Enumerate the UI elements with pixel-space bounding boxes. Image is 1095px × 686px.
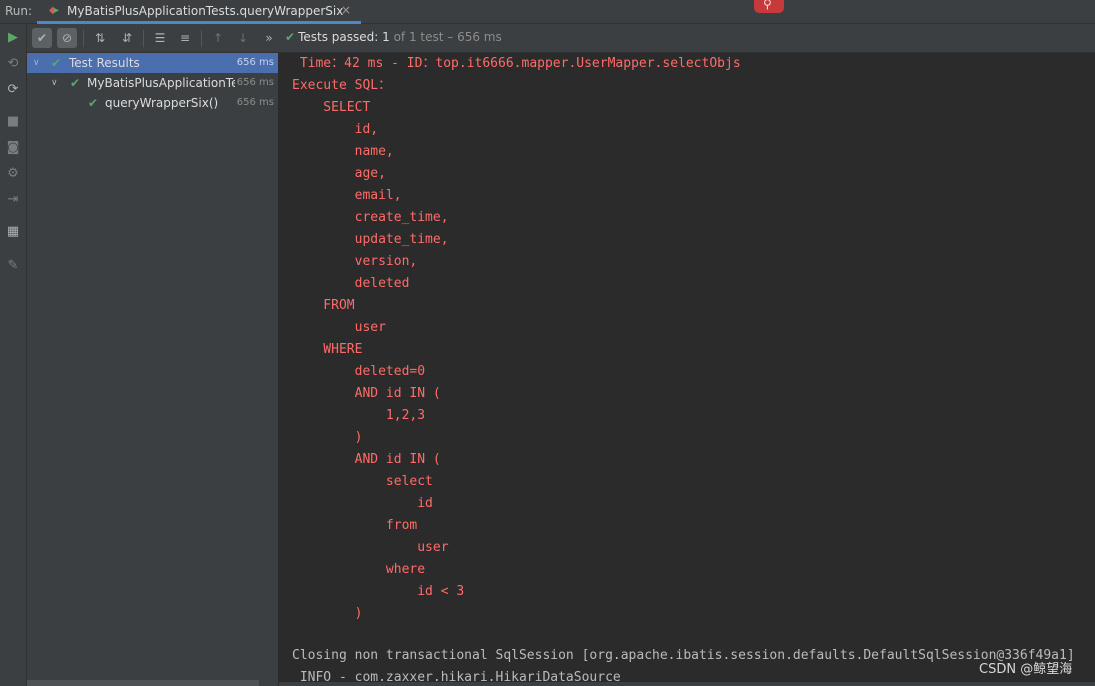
collapse-all-icon: ≡ bbox=[179, 31, 191, 45]
console-line: AND id IN ( bbox=[292, 386, 441, 401]
previous-failed-button[interactable]: ↑ bbox=[208, 28, 228, 48]
close-tab-icon[interactable]: × bbox=[341, 3, 351, 17]
show-passed-button[interactable]: ✔ bbox=[32, 28, 52, 48]
console-line: user bbox=[292, 540, 449, 555]
console-line: name, bbox=[292, 144, 394, 159]
console-line: select bbox=[292, 474, 433, 489]
expand-all-button[interactable]: ☰ bbox=[150, 28, 170, 48]
sort-by-duration-button[interactable]: ⇵ bbox=[117, 28, 137, 48]
console-line: deleted bbox=[292, 276, 410, 291]
tab-label: MyBatisPlusApplicationTests.queryWrapper… bbox=[67, 4, 344, 18]
console-line: version, bbox=[292, 254, 418, 269]
tree-horizontal-scrollbar[interactable] bbox=[27, 680, 259, 686]
console-line: email, bbox=[292, 188, 402, 203]
console-line: AND id IN ( bbox=[292, 452, 441, 467]
sort-duration-icon: ⇵ bbox=[121, 31, 133, 45]
status-suffix: of 1 test – 656 ms bbox=[393, 30, 502, 44]
tree-row-test-results[interactable]: ∨ ✔ Test Results 656 ms bbox=[27, 53, 278, 73]
console-line: deleted=0 bbox=[292, 364, 426, 379]
search-icon: ⚲ bbox=[763, 0, 772, 11]
chevron-down-icon[interactable]: ∨ bbox=[51, 73, 58, 93]
console-output[interactable]: Time：42 ms - ID：top.it6666.mapper.UserMa… bbox=[279, 53, 1095, 686]
rerun-icon[interactable]: ▶ bbox=[5, 30, 21, 46]
toolbar-separator bbox=[201, 30, 202, 47]
console-line: id, bbox=[292, 122, 379, 137]
console-horizontal-scrollbar[interactable] bbox=[279, 682, 1095, 686]
arrow-down-icon: ↓ bbox=[237, 31, 249, 45]
console-line: from bbox=[292, 518, 418, 533]
sort-alpha-icon: ⇅ bbox=[94, 31, 106, 45]
sort-alphabetically-button[interactable]: ⇅ bbox=[90, 28, 110, 48]
run-tool-header: Run: ◆ ▸ MyBatisPlusApplicationTests.que… bbox=[0, 0, 1095, 24]
tree-duration: 656 ms bbox=[236, 97, 274, 108]
console-line: ) bbox=[292, 606, 363, 621]
console-line: create_time, bbox=[292, 210, 449, 225]
tab-run-configuration[interactable]: ◆ ▸ MyBatisPlusApplicationTests.queryWra… bbox=[37, 0, 361, 24]
passed-check-icon: ✔ bbox=[285, 30, 296, 44]
camera-icon[interactable]: ◙ bbox=[5, 140, 21, 156]
tree-duration: 656 ms bbox=[236, 77, 274, 88]
console-line: id bbox=[292, 496, 433, 511]
console-line: Closing non transactional SqlSession [or… bbox=[292, 648, 1075, 663]
collapse-all-button[interactable]: ≡ bbox=[175, 28, 195, 48]
tree-row-test-class[interactable]: ∨ ✔ MyBatisPlusApplicationTe 656 ms bbox=[27, 73, 278, 93]
console-line: SELECT bbox=[292, 100, 371, 115]
passed-check-icon: ✔ bbox=[51, 56, 62, 70]
tree-label: MyBatisPlusApplicationTe bbox=[87, 76, 235, 90]
next-failed-button[interactable]: ↓ bbox=[233, 28, 253, 48]
watermark: CSDN @鲸望海 bbox=[979, 662, 1073, 677]
console-line: user bbox=[292, 320, 386, 335]
console-line: update_time, bbox=[292, 232, 449, 247]
arrow-up-icon: ↑ bbox=[212, 31, 224, 45]
search-everywhere-button[interactable]: ⚲ bbox=[754, 0, 784, 13]
run-actions-rail: ▶ ⟲ ⟳ ■ ◙ ⚙ ⇥ ▦ ✎ bbox=[0, 24, 27, 686]
console-line: FROM bbox=[292, 298, 355, 313]
rerun-failed-icon[interactable]: ⟲ bbox=[5, 56, 21, 72]
tree-label: Test Results bbox=[69, 56, 140, 70]
console-line: id < 3 bbox=[292, 584, 465, 599]
settings-icon[interactable]: ⚙ bbox=[5, 166, 21, 182]
show-ignored-button[interactable]: ⊘ bbox=[57, 28, 77, 48]
layout-icon[interactable]: ▦ bbox=[5, 224, 21, 240]
tree-duration: 656 ms bbox=[236, 57, 274, 68]
status-prefix: Tests passed: bbox=[298, 30, 379, 44]
console-line: WHERE bbox=[292, 342, 363, 357]
test-config-icon-overlay: ▸ bbox=[54, 5, 60, 16]
chevron-down-icon[interactable]: ∨ bbox=[33, 53, 40, 73]
console-line: where bbox=[292, 562, 426, 577]
toolbar-separator bbox=[83, 30, 84, 47]
run-label: Run: bbox=[5, 4, 33, 18]
check-icon: ✔ bbox=[36, 31, 48, 45]
toggle-auto-test-icon[interactable]: ⟳ bbox=[5, 82, 21, 98]
pin-icon[interactable]: ✎ bbox=[5, 258, 21, 274]
console-line: ) bbox=[292, 430, 363, 445]
test-results-tree: ∨ ✔ Test Results 656 ms ∨ ✔ MyBatisPlusA… bbox=[27, 53, 279, 686]
more-actions-button[interactable]: » bbox=[259, 28, 279, 48]
more-actions-icon: » bbox=[265, 31, 273, 45]
console-line: 1,2,3 bbox=[292, 408, 426, 423]
ignored-icon: ⊘ bbox=[61, 31, 73, 45]
passed-check-icon: ✔ bbox=[88, 96, 99, 110]
stop-icon[interactable]: ■ bbox=[5, 114, 21, 130]
expand-all-icon: ☰ bbox=[154, 31, 166, 45]
status-count: 1 bbox=[382, 30, 390, 44]
passed-check-icon: ✔ bbox=[70, 76, 81, 90]
test-status: ✔ Tests passed: 1 of 1 test – 656 ms bbox=[285, 30, 502, 44]
tree-label: queryWrapperSix() bbox=[105, 96, 219, 110]
console-line: age, bbox=[292, 166, 386, 181]
console-line: Execute SQL： bbox=[292, 78, 392, 93]
tree-row-test-method[interactable]: ✔ queryWrapperSix() 656 ms bbox=[27, 93, 278, 113]
toolbar-separator bbox=[143, 30, 144, 47]
console-line: Time：42 ms - ID：top.it6666.mapper.UserMa… bbox=[292, 56, 741, 71]
test-runner-toolbar: ✔ ⊘ ⇅ ⇵ ☰ ≡ ↑ ↓ » ✔ Tests passed: 1 of 1 … bbox=[27, 24, 1095, 53]
exit-icon[interactable]: ⇥ bbox=[5, 192, 21, 208]
